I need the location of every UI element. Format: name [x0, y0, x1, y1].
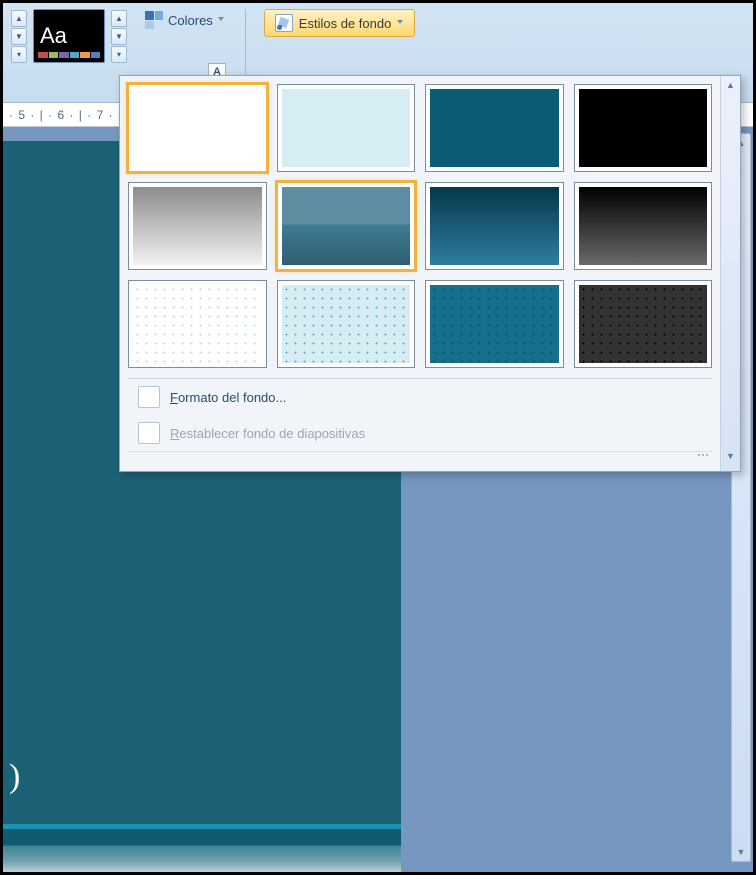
format-background-label: Formato del fondo...: [170, 390, 286, 405]
reset-background-menu-item: Restablecer fondo de diapositivas: [128, 415, 712, 451]
themes-scroll-2: ▲ ▼ ▾: [111, 10, 127, 63]
background-style-5[interactable]: [128, 182, 267, 270]
paint-bucket-icon: [275, 14, 293, 32]
themes-scroll: ▲ ▼ ▾: [11, 10, 27, 63]
background-style-12[interactable]: [574, 280, 713, 368]
chevron-down-icon: [397, 20, 404, 27]
themes-scroll-up[interactable]: ▲: [11, 10, 27, 27]
themes-gallery: ▲ ▼ ▾ Aa ▲ ▼ ▾: [11, 9, 127, 63]
background-style-1[interactable]: [128, 84, 267, 172]
background-style-6[interactable]: [277, 182, 416, 270]
theme-sample-text: Aa: [40, 23, 67, 49]
themes-expand-2[interactable]: ▾: [111, 46, 127, 63]
scroll-down-button[interactable]: ▼: [732, 843, 750, 861]
themes-scroll-down[interactable]: ▼: [11, 28, 27, 45]
background-style-11[interactable]: [425, 280, 564, 368]
format-background-menu-item[interactable]: Formato del fondo...: [128, 379, 712, 415]
popup-scroll-up[interactable]: ▲: [726, 80, 735, 90]
resize-grip[interactable]: [128, 451, 712, 463]
popup-scrollbar[interactable]: ▲ ▼: [720, 76, 740, 471]
background-styles-label: Estilos de fondo: [299, 16, 392, 31]
background-style-8[interactable]: [574, 182, 713, 270]
themes-scroll-up-2[interactable]: ▲: [111, 10, 127, 27]
undo-icon: [138, 422, 160, 444]
popup-body: Formato del fondo... Restablecer fondo d…: [120, 76, 720, 471]
popup-scroll-down[interactable]: ▼: [726, 451, 735, 461]
reset-background-label: Restablecer fondo de diapositivas: [170, 426, 365, 441]
background-styles-popup: Formato del fondo... Restablecer fondo d…: [119, 75, 741, 472]
themes-expand[interactable]: ▾: [11, 46, 27, 63]
themes-scroll-down-2[interactable]: ▼: [111, 28, 127, 45]
theme-color-strip: [38, 52, 100, 58]
popup-menu: Formato del fondo... Restablecer fondo d…: [128, 378, 712, 451]
slide-text-fragment: ): [9, 758, 20, 796]
chevron-down-icon: [218, 17, 225, 24]
background-style-9[interactable]: [128, 280, 267, 368]
colors-label: Colores: [168, 13, 213, 28]
slide-footer-graphic: [3, 824, 401, 872]
theme-thumbnail[interactable]: Aa: [33, 9, 105, 63]
ruler-text: · 5 · | · 6 · | · 7 · | ·: [9, 108, 131, 122]
background-styles-dropdown[interactable]: Estilos de fondo: [264, 9, 416, 37]
background-style-7[interactable]: [425, 182, 564, 270]
background-style-10[interactable]: [277, 280, 416, 368]
colors-icon: [145, 11, 163, 29]
background-style-3[interactable]: [425, 84, 564, 172]
paint-bucket-icon: [138, 386, 160, 408]
colors-dropdown[interactable]: Colores: [139, 9, 231, 31]
background-style-2[interactable]: [277, 84, 416, 172]
background-style-4[interactable]: [574, 84, 713, 172]
background-styles-gallery: [128, 84, 712, 374]
